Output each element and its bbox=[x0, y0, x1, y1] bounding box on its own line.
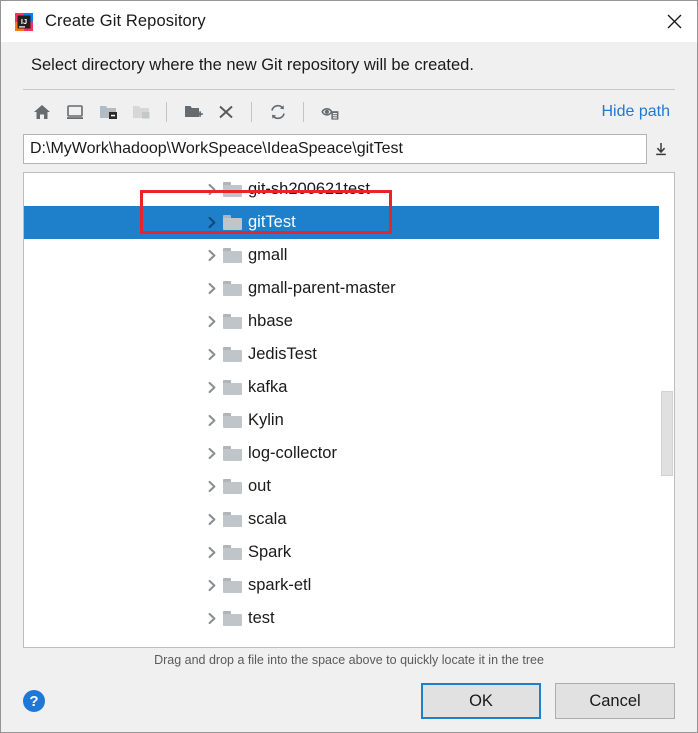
drag-drop-hint: Drag and drop a file into the space abov… bbox=[154, 653, 544, 667]
delete-icon[interactable] bbox=[209, 96, 242, 128]
folder-icon bbox=[223, 611, 242, 626]
tree-row-label: git-sh200621test bbox=[248, 180, 371, 198]
tree-row-label: Spark bbox=[248, 543, 292, 561]
tree-row[interactable]: test bbox=[24, 602, 674, 635]
create-git-repository-dialog: IJ Create Git Repository Select director… bbox=[0, 0, 698, 733]
tree-row[interactable]: hbase bbox=[24, 305, 674, 338]
tree-row[interactable]: JedisTest bbox=[24, 338, 674, 371]
chevron-right-icon[interactable] bbox=[202, 414, 223, 427]
chevron-right-icon[interactable] bbox=[202, 480, 223, 493]
tree-row-label: log-collector bbox=[248, 444, 337, 462]
project-folder-icon[interactable] bbox=[91, 96, 124, 128]
path-row: D:\MyWork\hadoop\WorkSpeace\IdeaSpeace\g… bbox=[23, 134, 675, 164]
folder-icon bbox=[223, 215, 242, 230]
chevron-right-icon[interactable] bbox=[202, 612, 223, 625]
folder-icon bbox=[223, 578, 242, 593]
refresh-icon[interactable] bbox=[261, 96, 294, 128]
tree-row[interactable]: gitTest bbox=[24, 206, 674, 239]
title-bar: IJ Create Git Repository bbox=[1, 1, 697, 42]
tree-row-label: out bbox=[248, 477, 271, 495]
chevron-right-icon[interactable] bbox=[202, 546, 223, 559]
tree-row-label: kafka bbox=[248, 378, 288, 396]
toolbar-separator bbox=[251, 102, 252, 122]
tree-row-label: gmall bbox=[248, 246, 288, 264]
folder-icon bbox=[223, 380, 242, 395]
folder-icon bbox=[223, 446, 242, 461]
tree-scrollbar-thumb[interactable] bbox=[661, 391, 673, 476]
folder-icon bbox=[223, 182, 242, 197]
tree-row[interactable]: gmall-parent-master bbox=[24, 272, 674, 305]
folder-icon bbox=[223, 413, 242, 428]
chevron-right-icon[interactable] bbox=[202, 348, 223, 361]
chevron-right-icon[interactable] bbox=[202, 315, 223, 328]
svg-text:IJ: IJ bbox=[21, 17, 27, 26]
folder-icon bbox=[223, 512, 242, 527]
tree-row-label: scala bbox=[248, 510, 287, 528]
tree-row-label: gmall-parent-master bbox=[248, 279, 396, 297]
close-icon[interactable] bbox=[651, 1, 697, 42]
desktop-icon[interactable] bbox=[58, 96, 91, 128]
chevron-right-icon[interactable] bbox=[202, 579, 223, 592]
folder-icon bbox=[223, 314, 242, 329]
tree-row[interactable]: gmall bbox=[24, 239, 674, 272]
intellij-idea-icon: IJ bbox=[14, 12, 34, 32]
folder-icon bbox=[223, 479, 242, 494]
tree-row-label: JedisTest bbox=[248, 345, 317, 363]
tree-row[interactable]: kafka bbox=[24, 371, 674, 404]
path-input-value: D:\MyWork\hadoop\WorkSpeace\IdeaSpeace\g… bbox=[30, 140, 403, 157]
chevron-right-icon[interactable] bbox=[202, 513, 223, 526]
tree-row[interactable]: scala bbox=[24, 503, 674, 536]
prompt-row: Select directory where the new Git repos… bbox=[1, 42, 697, 89]
expand-down-icon[interactable] bbox=[647, 134, 675, 164]
show-hidden-files-icon[interactable] bbox=[313, 96, 346, 128]
folder-icon bbox=[223, 248, 242, 263]
cancel-button[interactable]: Cancel bbox=[555, 683, 675, 719]
chevron-right-icon[interactable] bbox=[202, 447, 223, 460]
folder-icon bbox=[223, 545, 242, 560]
path-input[interactable]: D:\MyWork\hadoop\WorkSpeace\IdeaSpeace\g… bbox=[23, 134, 647, 164]
tree-row[interactable]: Kylin bbox=[24, 404, 674, 437]
chevron-right-icon[interactable] bbox=[202, 381, 223, 394]
tree-row-label: Kylin bbox=[248, 411, 284, 429]
tree-row-label: spark-etl bbox=[248, 576, 312, 594]
chevron-right-icon[interactable] bbox=[202, 282, 223, 295]
tree-row[interactable]: out bbox=[24, 470, 674, 503]
ok-button[interactable]: OK bbox=[421, 683, 541, 719]
directory-tree[interactable]: git-sh200621test gitTest gmall gmall-parent… bbox=[23, 172, 675, 648]
tree-row[interactable]: log-collector bbox=[24, 437, 674, 470]
prompt-text: Select directory where the new Git repos… bbox=[31, 56, 474, 74]
dialog-footer: ? OK Cancel bbox=[1, 670, 697, 732]
tree-row-label: gitTest bbox=[248, 213, 296, 231]
tree-row[interactable]: Spark bbox=[24, 536, 674, 569]
folder-icon bbox=[223, 281, 242, 296]
chevron-right-icon[interactable] bbox=[202, 249, 223, 262]
toolbar-separator bbox=[166, 102, 167, 122]
new-folder-icon[interactable] bbox=[176, 96, 209, 128]
file-chooser-toolbar: Hide path bbox=[23, 90, 675, 134]
up-folder-icon bbox=[124, 96, 157, 128]
window-title: Create Git Repository bbox=[45, 12, 206, 30]
chevron-right-icon[interactable] bbox=[202, 183, 223, 196]
tree-row-label: hbase bbox=[248, 312, 293, 330]
dialog-body: Hide path D:\MyWork\hadoop\WorkSpeace\Id… bbox=[1, 89, 697, 670]
hide-path-link[interactable]: Hide path bbox=[602, 103, 674, 121]
folder-icon bbox=[223, 347, 242, 362]
home-icon[interactable] bbox=[25, 96, 58, 128]
directory-tree-list[interactable]: git-sh200621test gitTest gmall gmall-parent… bbox=[24, 173, 674, 647]
tree-row-label: test bbox=[248, 609, 275, 627]
help-icon[interactable]: ? bbox=[23, 690, 45, 712]
toolbar-separator bbox=[303, 102, 304, 122]
tree-row[interactable]: spark-etl bbox=[24, 569, 674, 602]
chevron-right-icon[interactable] bbox=[202, 216, 223, 229]
tree-scrollbar[interactable] bbox=[659, 173, 674, 647]
tree-row[interactable]: git-sh200621test bbox=[24, 173, 674, 206]
